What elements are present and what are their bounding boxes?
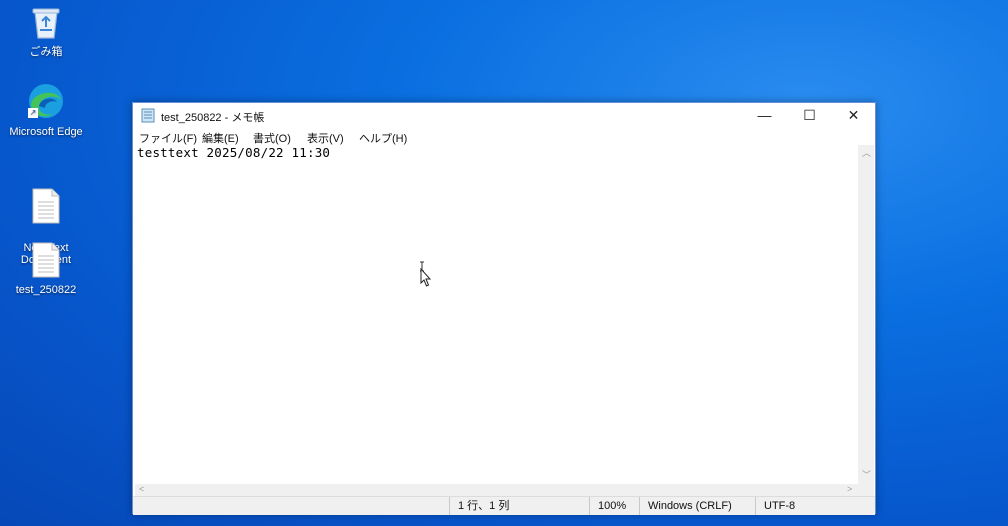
horizontal-scrollbar[interactable]: < > [135, 484, 858, 496]
minimize-button[interactable]: — [742, 103, 787, 128]
mouse-cursor-icon [418, 261, 432, 292]
menu-view[interactable]: 表示(V) [307, 130, 344, 146]
scroll-corner [858, 484, 874, 496]
editor-content[interactable]: testtext 2025/08/22 11:30 [137, 145, 330, 160]
recycle-bin-icon [4, 4, 88, 43]
desktop-icon-edge[interactable]: Microsoft Edge ↗ [4, 82, 88, 138]
close-button[interactable]: ✕ [831, 103, 876, 128]
status-bar: 1 行、1 列 100% Windows (CRLF) UTF-8 [133, 496, 875, 515]
desktop-icon-test-250822[interactable]: test_250822 [4, 242, 88, 296]
menu-bar: ファイル(F) 編集(E) 書式(O) 表示(V) ヘルプ(H) [133, 128, 875, 146]
scroll-down-icon[interactable]: ﹀ [862, 471, 871, 480]
status-encoding: UTF-8 [755, 497, 875, 515]
window-title: test_250822 - メモ帳 [161, 112, 265, 124]
status-line-ending: Windows (CRLF) [639, 497, 753, 515]
notepad-window[interactable]: test_250822 - メモ帳 — ☐ ✕ ファイル(F) 編集(E) 書式… [132, 102, 876, 515]
shortcut-arrow-icon: ↗ [28, 108, 38, 118]
status-position: 1 行、1 列 [449, 497, 587, 515]
desktop-icon-label: test_250822 [15, 284, 77, 296]
scroll-left-icon[interactable]: < [139, 485, 144, 494]
scroll-right-icon[interactable]: > [847, 485, 852, 494]
edge-icon [4, 82, 88, 123]
menu-edit[interactable]: 編集(E) [202, 130, 239, 146]
scroll-up-icon[interactable]: ︿ [862, 149, 871, 158]
desktop-icon-label: Microsoft Edge [9, 126, 83, 138]
desktop-icon-label: ごみ箱 [29, 46, 63, 58]
vertical-scrollbar[interactable]: ︿ ﹀ [858, 145, 874, 485]
desktop-icon-recycle-bin[interactable]: ごみ箱 [4, 4, 88, 58]
status-zoom: 100% [589, 497, 639, 515]
text-editor[interactable]: testtext 2025/08/22 11:30 [135, 145, 858, 485]
menu-help[interactable]: ヘルプ(H) [359, 130, 407, 146]
text-file-icon [4, 176, 88, 227]
title-bar[interactable]: test_250822 - メモ帳 — ☐ ✕ [133, 103, 875, 128]
menu-format[interactable]: 書式(O) [253, 130, 291, 146]
menu-file[interactable]: ファイル(F) [139, 130, 197, 146]
text-file-icon [4, 242, 88, 281]
maximize-button[interactable]: ☐ [787, 103, 832, 128]
notepad-icon [141, 108, 155, 123]
